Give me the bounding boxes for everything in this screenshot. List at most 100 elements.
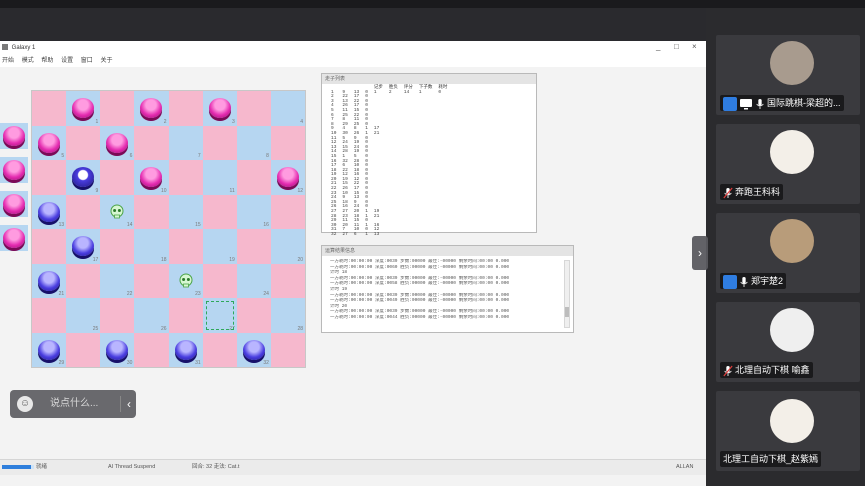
board-square[interactable]: 21	[32, 263, 67, 298]
board-square[interactable]	[202, 263, 237, 298]
pink-piece[interactable]	[72, 98, 95, 119]
board-square[interactable]	[270, 263, 305, 298]
menu-item-settings[interactable]: 设置	[61, 58, 73, 64]
blue-piece[interactable]	[242, 339, 265, 360]
board-square[interactable]	[270, 125, 305, 160]
blue-piece[interactable]	[38, 339, 61, 360]
board-square[interactable]: 26	[134, 298, 169, 333]
board-square[interactable]: 13	[32, 194, 67, 229]
board-square[interactable]: 32	[236, 332, 271, 367]
board-square[interactable]	[100, 160, 135, 195]
board-square[interactable]	[134, 332, 169, 367]
board-square[interactable]: 31	[168, 332, 203, 367]
participant-tile[interactable]: 国际跳棋-梁超的...	[716, 35, 860, 115]
minimize-button[interactable]: _	[656, 41, 660, 53]
board-square[interactable]	[236, 298, 271, 333]
board-square[interactable]: 10	[134, 160, 169, 195]
board-square[interactable]: 1	[66, 91, 101, 126]
board-square[interactable]	[66, 263, 101, 298]
board-square[interactable]: 7	[168, 125, 203, 160]
pink-piece[interactable]	[38, 132, 61, 153]
board-square[interactable]	[66, 125, 101, 160]
board-square[interactable]	[32, 229, 67, 264]
log-scrollbar[interactable]	[564, 260, 570, 328]
board-square[interactable]: 27	[202, 298, 237, 333]
board-square[interactable]: 22	[100, 263, 135, 298]
board-square[interactable]: 11	[202, 160, 237, 195]
board-square[interactable]	[270, 332, 305, 367]
board-square[interactable]: 16	[236, 194, 271, 229]
board-square[interactable]	[168, 298, 203, 333]
board-square[interactable]	[168, 229, 203, 264]
menu-item-mode[interactable]: 模式	[22, 58, 34, 64]
menu-item-help[interactable]: 帮助	[41, 58, 53, 64]
pink-piece[interactable]	[208, 98, 231, 119]
board-square[interactable]: 19	[202, 229, 237, 264]
blue-piece[interactable]	[174, 339, 197, 360]
maximize-button[interactable]: □	[674, 41, 679, 53]
checkers-board[interactable]: 1 2 3 4 5 6 7 8 9 10 11 12 13 14 15 16 17 18 19 20 21 22 23 24 2…	[31, 90, 306, 368]
board-square[interactable]: 28	[270, 298, 305, 333]
menu-item-start[interactable]: 开始	[2, 58, 14, 64]
board-square[interactable]	[202, 194, 237, 229]
participant-tile[interactable]: 北理自动下棋 喻鑫	[716, 302, 860, 382]
board-square[interactable]: 23	[168, 263, 203, 298]
expand-sidebar-button[interactable]: ›	[692, 236, 708, 270]
board-square[interactable]	[202, 332, 237, 367]
chat-placeholder[interactable]: 说点什么...	[50, 390, 98, 418]
blue-king-piece[interactable]	[72, 167, 95, 188]
board-square[interactable]	[32, 91, 67, 126]
pink-piece[interactable]	[140, 167, 163, 188]
board-square[interactable]	[66, 194, 101, 229]
participant-tile[interactable]: 奔跑王科科	[716, 124, 860, 204]
board-square[interactable]: 15	[168, 194, 203, 229]
board-square[interactable]	[66, 332, 101, 367]
board-square[interactable]	[32, 298, 67, 333]
menu-item-window[interactable]: 窗口	[81, 58, 93, 64]
board-square[interactable]: 25	[66, 298, 101, 333]
blue-piece[interactable]	[72, 236, 95, 257]
move-row[interactable]: 32 27 6 1 13	[328, 232, 450, 238]
blue-piece[interactable]	[106, 339, 129, 360]
board-square[interactable]: 4	[270, 91, 305, 126]
blue-piece[interactable]	[38, 270, 61, 291]
board-square[interactable]: 29	[32, 332, 67, 367]
board-square[interactable]	[32, 160, 67, 195]
board-square[interactable]	[168, 160, 203, 195]
blue-piece[interactable]	[38, 201, 61, 222]
board-square[interactable]: 14	[100, 194, 135, 229]
board-square[interactable]	[236, 91, 271, 126]
board-square[interactable]	[134, 263, 169, 298]
pink-piece[interactable]	[106, 132, 129, 153]
board-square[interactable]: 3	[202, 91, 237, 126]
pink-piece[interactable]	[140, 98, 163, 119]
board-square[interactable]	[134, 194, 169, 229]
board-square[interactable]: 12	[270, 160, 305, 195]
chevron-left-icon[interactable]: ‹	[127, 390, 131, 418]
board-square[interactable]	[100, 91, 135, 126]
menu-item-about[interactable]: 关于	[100, 58, 112, 64]
board-square[interactable]: 30	[100, 332, 135, 367]
board-square[interactable]	[100, 298, 135, 333]
close-button[interactable]: ×	[692, 41, 697, 53]
board-square[interactable]	[202, 125, 237, 160]
board-square[interactable]: 20	[270, 229, 305, 264]
board-square[interactable]	[100, 229, 135, 264]
board-square[interactable]	[134, 125, 169, 160]
board-square[interactable]: 18	[134, 229, 169, 264]
chat-input-bar[interactable]: ☺ 说点什么... ‹	[10, 390, 136, 418]
board-square[interactable]: 24	[236, 263, 271, 298]
emoji-icon[interactable]: ☺	[17, 396, 33, 412]
participant-tile[interactable]: 北理工自动下棋_赵紫嫣	[716, 391, 860, 471]
board-square[interactable]	[236, 229, 271, 264]
pink-piece[interactable]	[276, 167, 299, 188]
board-square[interactable]: 9	[66, 160, 101, 195]
board-square[interactable]	[270, 194, 305, 229]
board-square[interactable]: 2	[134, 91, 169, 126]
board-square[interactable]: 8	[236, 125, 271, 160]
participant-tile[interactable]: 郑宇楚2	[716, 213, 860, 293]
board-square[interactable]: 5	[32, 125, 67, 160]
board-square[interactable]: 17	[66, 229, 101, 264]
board-square[interactable]: 6	[100, 125, 135, 160]
board-square[interactable]	[168, 91, 203, 126]
